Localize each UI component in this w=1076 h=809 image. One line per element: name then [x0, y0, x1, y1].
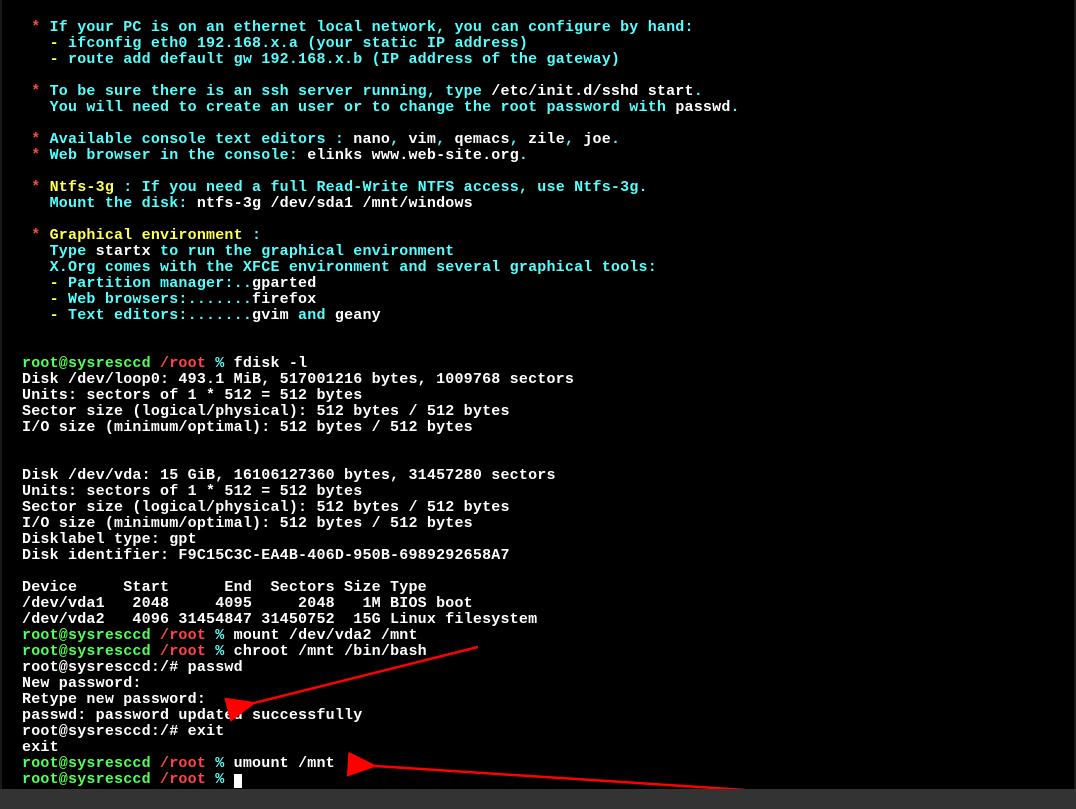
bullet: *	[22, 147, 50, 164]
dash: -	[22, 35, 68, 52]
text: To be sure there is an ssh server runnin…	[50, 83, 492, 100]
table-row: /dev/vda1 2048 4095 2048 1M BIOS boot	[22, 595, 473, 612]
text: ifconfig eth0 192.168.x.a (your static I…	[68, 35, 528, 52]
prompt-sep: %	[206, 355, 234, 372]
text: You will need to create an user or to ch…	[22, 99, 675, 116]
cmd: /etc/init.d/sshd start	[491, 83, 693, 100]
bullet: *	[22, 19, 50, 36]
cmd: passwd	[675, 99, 730, 116]
cmd-input: mount /dev/vda2 /mnt	[234, 627, 418, 644]
cmd-input: fdisk -l	[234, 355, 308, 372]
cmd-input: chroot /mnt /bin/bash	[234, 643, 427, 660]
terminal[interactable]: * If your PC is on an ethernet local net…	[2, 0, 1074, 789]
bullet: *	[22, 83, 50, 100]
dash: -	[22, 51, 68, 68]
cmd-input: umount /mnt	[234, 755, 335, 772]
fdisk-output: Disk /dev/loop0: 493.1 MiB, 517001216 by…	[22, 371, 574, 388]
prompt-path: /root	[151, 355, 206, 372]
text: If your PC is on an ethernet local netwo…	[50, 19, 694, 36]
chroot-prompt: root@sysresccd:/# passwd	[22, 659, 243, 676]
bullet: *	[22, 179, 50, 196]
prompt-user: root@sysresccd	[22, 355, 151, 372]
bullet: *	[22, 131, 50, 148]
text: route add default gw 192.168.x.b (IP add…	[68, 51, 620, 68]
table-header: Device Start End Sectors Size Type	[22, 579, 427, 596]
bullet: *	[22, 227, 50, 244]
bottom-bar	[0, 789, 1076, 809]
cursor[interactable]	[234, 774, 242, 788]
table-row: /dev/vda2 4096 31454847 31450752 15G Lin…	[22, 611, 537, 628]
